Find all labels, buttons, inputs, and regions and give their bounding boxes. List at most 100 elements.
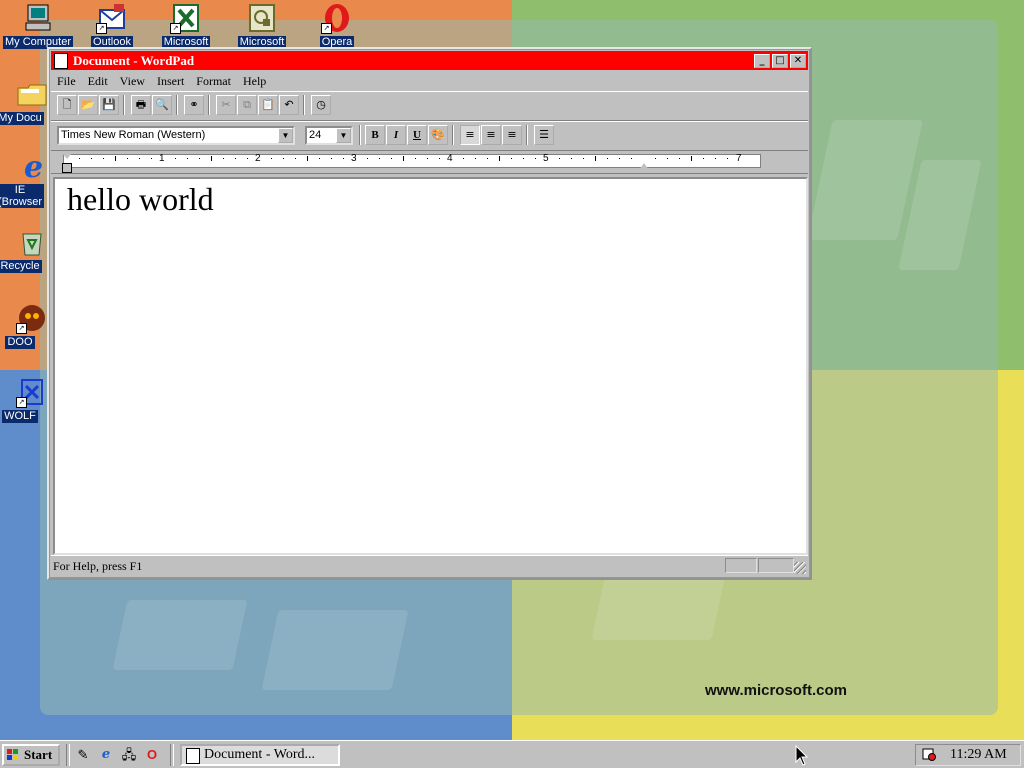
new-document-icon[interactable]: 🗋 (57, 95, 77, 115)
ruler-dot (679, 158, 680, 159)
paste-icon[interactable]: 📋 (258, 95, 278, 115)
left-indent-marker[interactable] (62, 163, 72, 173)
font-size-select[interactable]: 24 ▼ (305, 126, 353, 145)
window-title: Document - WordPad (73, 53, 195, 68)
ruler-tick (403, 156, 404, 161)
ruler-dot (631, 158, 632, 159)
show-desktop-icon[interactable]: ✎ (74, 746, 92, 764)
desktop-icon-opera[interactable]: ↗ Opera (299, 2, 375, 49)
ruler-dot (295, 158, 296, 159)
underline-icon[interactable]: U (407, 125, 427, 145)
italic-icon[interactable]: I (386, 125, 406, 145)
desktop-icon-label: DOO (5, 336, 35, 349)
status-pane (725, 558, 757, 573)
save-disk-icon[interactable]: 💾 (99, 95, 119, 115)
ruler-tick (115, 156, 116, 161)
ruler-dot (655, 158, 656, 159)
wordpad-window[interactable]: Document - WordPad _ □ ✕ File Edit View Ins… (47, 47, 812, 580)
menu-view[interactable]: View (114, 71, 151, 89)
color-palette-icon[interactable]: 🎨 (428, 125, 448, 145)
ruler-dot (175, 158, 176, 159)
maximize-button[interactable]: □ (772, 54, 788, 68)
align-right-icon[interactable]: ≡ (502, 125, 522, 145)
desktop-icon-outlook[interactable]: ↗ Outlook (74, 2, 150, 49)
find-binoculars-icon[interactable]: ⚭ (184, 95, 204, 115)
chevron-down-icon[interactable]: ▼ (278, 128, 293, 143)
cut-scissors-icon[interactable]: ✂ (216, 95, 236, 115)
ruler-dot (511, 158, 512, 159)
ie-label-line2: (Browser (0, 196, 42, 208)
ruler[interactable]: 1 2 3 4 5 7 (51, 151, 808, 174)
opera-quicklaunch-icon[interactable]: O (143, 746, 161, 764)
ie-icon: e (16, 150, 48, 185)
ruler-dot (367, 158, 368, 159)
ruler-dot (379, 158, 380, 159)
taskbar-button-wordpad[interactable]: Document - Word... (180, 744, 340, 766)
chevron-down-icon[interactable]: ▼ (336, 128, 351, 143)
computer-icon (22, 2, 54, 34)
right-indent-marker[interactable] (639, 163, 649, 170)
menu-format[interactable]: Format (190, 71, 237, 89)
ruler-dot (79, 158, 80, 159)
taskbar-separator (170, 744, 174, 766)
menu-edit[interactable]: Edit (82, 71, 114, 89)
bold-icon[interactable]: B (365, 125, 385, 145)
ruler-dot (487, 158, 488, 159)
first-line-indent-marker[interactable] (62, 153, 72, 159)
align-center-icon[interactable]: ≡ (481, 125, 501, 145)
ruler-dot (319, 158, 320, 159)
close-button[interactable]: ✕ (790, 54, 806, 68)
desktop-icon-project[interactable]: Microsoft (224, 2, 300, 49)
copy-icon[interactable]: ⧉ (237, 95, 257, 115)
ruler-dot (427, 158, 428, 159)
standard-toolbar: 🗋 📂 💾 🖶 🔍 ⚭ ✂ ⧉ 📋 ↶ ◷ (51, 91, 808, 121)
project-icon (246, 2, 278, 34)
opera-icon: ↗ (321, 2, 353, 34)
bullets-icon[interactable]: ☰ (534, 125, 554, 145)
title-bar[interactable]: Document - WordPad _ □ ✕ (51, 51, 808, 70)
scheduler-icon[interactable] (922, 747, 936, 761)
desktop-icon-my-computer[interactable]: My Computer (0, 2, 76, 49)
align-left-icon[interactable]: ≡ (460, 125, 480, 145)
ruler-dot (103, 158, 104, 159)
wordpad-app-icon[interactable] (54, 53, 68, 69)
desktop-icon-excel[interactable]: ↗ Microsoft (148, 2, 224, 49)
status-pane (758, 558, 794, 573)
ruler-dot (271, 158, 272, 159)
ruler-tick (595, 156, 596, 161)
taskbar-button-label: Document - Word... (204, 747, 315, 762)
print-icon[interactable]: 🖶 (131, 95, 151, 115)
ruler-dot (391, 158, 392, 159)
menu-file[interactable]: File (51, 71, 82, 89)
menu-help[interactable]: Help (237, 71, 272, 89)
font-name-select[interactable]: Times New Roman (Western) ▼ (57, 126, 295, 145)
svg-text:e: e (24, 150, 43, 182)
start-button[interactable]: Start (2, 744, 60, 766)
ruler-dot (559, 158, 560, 159)
print-preview-icon[interactable]: 🔍 (152, 95, 172, 115)
ie-quicklaunch-icon[interactable]: e (97, 746, 115, 764)
menu-insert[interactable]: Insert (151, 71, 190, 89)
channels-icon[interactable]: 🖧 (120, 746, 138, 764)
undo-icon[interactable]: ↶ (279, 95, 299, 115)
taskbar-separator (66, 744, 70, 766)
desktop-icon-label: Recycle (0, 260, 42, 273)
ruler-tick (691, 156, 692, 161)
ruler-dot (607, 158, 608, 159)
status-bar: For Help, press F1 (51, 555, 808, 576)
insert-date-time-icon[interactable]: ◷ (311, 95, 331, 115)
format-toolbar: Times New Roman (Western) ▼ 24 ▼ B I U 🎨… (51, 121, 808, 151)
outlook-icon: ↗ (96, 2, 128, 34)
toolbar-separator (208, 95, 210, 115)
toolbar-separator (526, 125, 528, 145)
ruler-dot (703, 158, 704, 159)
ruler-dot (199, 158, 200, 159)
minimize-button[interactable]: _ (754, 54, 770, 68)
open-folder-icon[interactable]: 📂 (78, 95, 98, 115)
document-area[interactable]: hello world (53, 177, 808, 555)
resize-grip-icon[interactable] (794, 562, 806, 574)
clock[interactable]: 11:29 AM (950, 745, 1007, 765)
ruler-dot (523, 158, 524, 159)
document-text[interactable]: hello world (67, 181, 214, 218)
ruler-dot (91, 158, 92, 159)
